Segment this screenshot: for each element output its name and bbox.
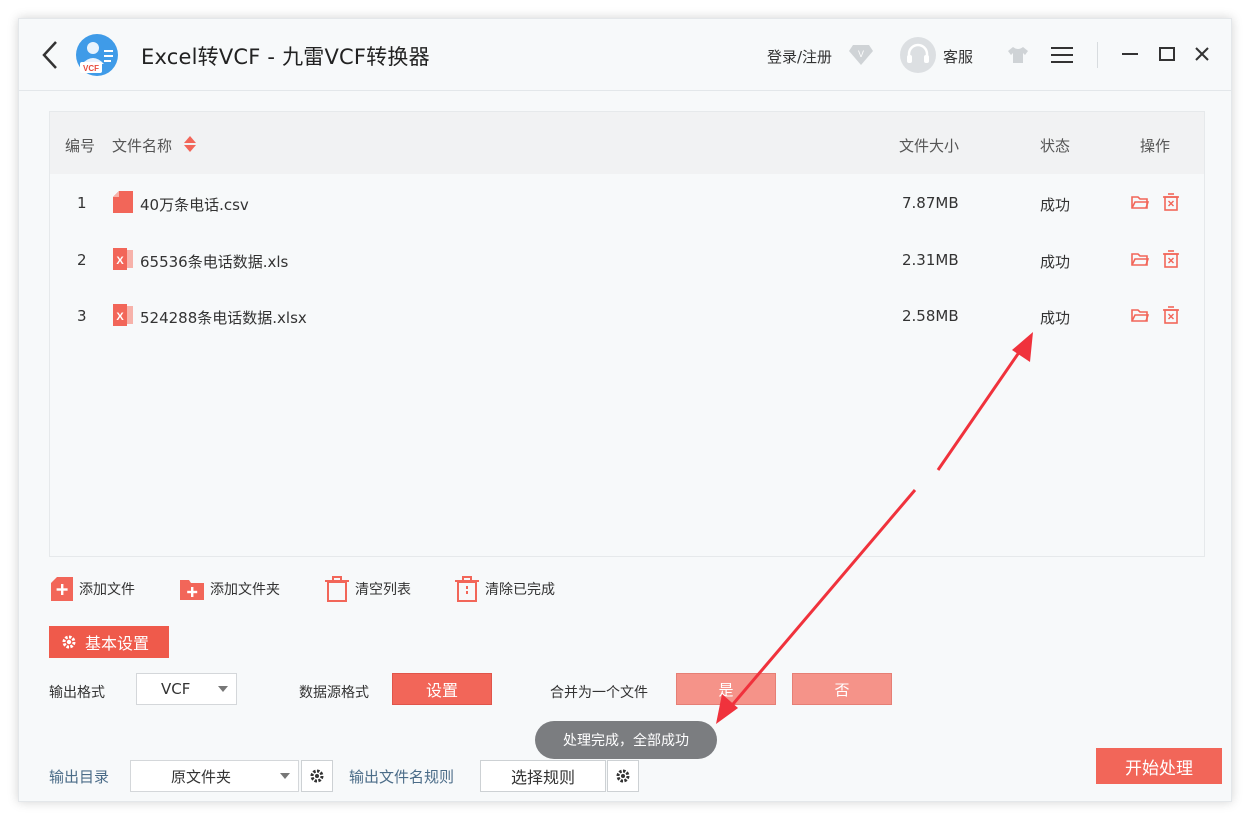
row-file-size: 7.87MB <box>902 194 959 212</box>
app-logo: VCF <box>76 34 118 76</box>
row-file-name: 65536条电话数据.xls <box>140 253 289 271</box>
completion-toast: 处理完成，全部成功 <box>535 721 717 759</box>
svg-text:X: X <box>116 255 124 267</box>
delete-icon[interactable] <box>1162 250 1180 268</box>
minimize-icon[interactable] <box>1120 44 1140 64</box>
basic-settings-label: 基本设置 <box>85 634 150 653</box>
row-status: 成功 <box>1040 309 1071 327</box>
csv-file-icon <box>113 191 133 213</box>
data-source-label: 数据源格式 <box>299 685 369 701</box>
clear-completed-button[interactable]: 清除已完成 <box>455 575 555 603</box>
select-rule-button[interactable]: 选择规则 <box>480 760 606 792</box>
output-directory-select[interactable]: 原文件夹 <box>130 760 299 792</box>
delete-icon[interactable] <box>1162 193 1180 211</box>
file-list-table: 编号 文件名称 文件大小 状态 操作 1 40万条电话.csv 7.87MB 成… <box>49 111 1205 557</box>
excel-file-icon: X <box>113 248 133 270</box>
row-index: 3 <box>77 307 87 325</box>
header-index: 编号 <box>65 137 96 155</box>
output-format-value: VCF <box>161 680 191 698</box>
logo-text: VCF <box>83 64 99 73</box>
row-file-size: 2.31MB <box>902 251 959 269</box>
start-processing-button[interactable]: 开始处理 <box>1096 748 1222 784</box>
row-file-size: 2.58MB <box>902 307 959 325</box>
title-divider <box>1097 42 1098 68</box>
header-file-size: 文件大小 <box>899 137 960 155</box>
gear-icon <box>62 635 76 649</box>
clear-list-button[interactable]: 清空列表 <box>325 575 411 603</box>
add-file-label: 添加文件 <box>79 582 135 598</box>
merge-file-label: 合并为一个文件 <box>550 685 648 701</box>
maximize-icon[interactable] <box>1157 44 1177 64</box>
table-header: 编号 文件名称 文件大小 状态 操作 <box>50 112 1204 174</box>
open-folder-icon[interactable] <box>1131 193 1149 211</box>
output-directory-label: 输出目录 <box>49 768 110 786</box>
headset-icon <box>907 43 929 63</box>
header-status: 状态 <box>1040 137 1071 155</box>
title-bar: VCF Excel转VCF - 九雷VCF转换器 登录/注册 V 客服 <box>19 19 1231 91</box>
row-index: 1 <box>77 194 87 212</box>
app-title: Excel转VCF - 九雷VCF转换器 <box>141 45 430 69</box>
table-row: 1 40万条电话.csv 7.87MB 成功 <box>50 176 1204 232</box>
add-folder-button[interactable]: 添加文件夹 <box>180 575 280 603</box>
filename-rule-settings-button[interactable] <box>607 760 639 792</box>
delete-icon[interactable] <box>1162 306 1180 324</box>
add-file-button[interactable]: 添加文件 <box>51 575 135 603</box>
clear-completed-label: 清除已完成 <box>485 582 555 598</box>
add-folder-label: 添加文件夹 <box>210 582 280 598</box>
merge-no-button[interactable]: 否 <box>792 673 892 705</box>
header-operations: 操作 <box>1140 137 1171 155</box>
app-window: VCF Excel转VCF - 九雷VCF转换器 登录/注册 V 客服 编号 文… <box>18 18 1232 802</box>
row-index: 2 <box>77 251 87 269</box>
output-directory-value: 原文件夹 <box>171 767 232 786</box>
trash-icon <box>325 576 349 602</box>
menu-icon[interactable] <box>1051 46 1073 64</box>
add-folder-icon <box>180 580 204 600</box>
open-folder-icon[interactable] <box>1131 250 1149 268</box>
svg-text:X: X <box>116 311 124 323</box>
sort-icon[interactable] <box>183 135 197 153</box>
table-row: 3 X 524288条电话数据.xlsx 2.58MB 成功 <box>50 289 1204 345</box>
add-file-icon <box>51 577 73 601</box>
chevron-down-icon <box>218 686 228 692</box>
output-format-select[interactable]: VCF <box>136 673 237 705</box>
vip-badge-text: V <box>858 49 864 59</box>
row-status: 成功 <box>1040 253 1071 271</box>
row-file-name: 524288条电话数据.xlsx <box>140 309 307 327</box>
table-row: 2 X 65536条电话数据.xls 2.31MB 成功 <box>50 233 1204 289</box>
clear-list-label: 清空列表 <box>355 582 411 598</box>
row-file-name: 40万条电话.csv <box>140 196 249 214</box>
basic-settings-tab[interactable]: 基本设置 <box>49 626 169 658</box>
gear-icon <box>310 769 324 783</box>
data-source-settings-button[interactable]: 设置 <box>392 673 492 705</box>
header-file-name[interactable]: 文件名称 <box>112 135 172 156</box>
merge-yes-button[interactable]: 是 <box>676 673 776 705</box>
login-register-link[interactable]: 登录/注册 <box>767 46 832 67</box>
filename-rule-label: 输出文件名规则 <box>349 768 455 786</box>
vip-diamond-icon[interactable]: V <box>848 43 874 67</box>
trash-done-icon <box>455 576 479 602</box>
row-status: 成功 <box>1040 196 1071 214</box>
service-avatar-icon[interactable] <box>900 37 936 73</box>
chevron-down-icon <box>280 773 290 779</box>
output-format-label: 输出格式 <box>49 685 105 701</box>
open-folder-icon[interactable] <box>1131 306 1149 324</box>
excel-file-icon: X <box>113 304 133 326</box>
skin-shirt-icon[interactable] <box>1007 46 1029 64</box>
gear-icon <box>616 769 630 783</box>
customer-service-link[interactable]: 客服 <box>943 46 973 67</box>
output-directory-settings-button[interactable] <box>301 760 333 792</box>
close-icon[interactable] <box>1192 44 1212 64</box>
back-arrow-icon[interactable] <box>41 40 59 70</box>
